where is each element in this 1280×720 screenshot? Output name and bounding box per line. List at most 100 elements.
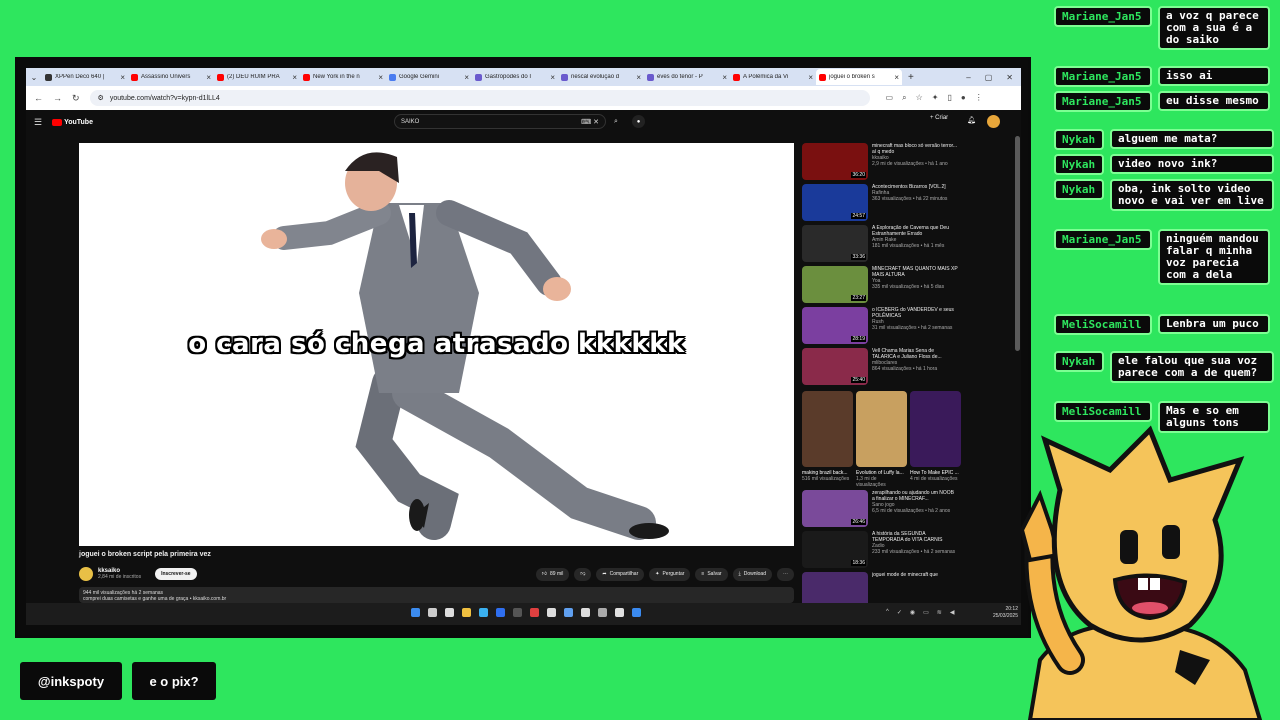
save-button[interactable]: ≡ Salvar xyxy=(695,567,728,581)
share-button[interactable]: ➦ Compartilhar xyxy=(596,567,645,581)
tab-close-icon[interactable]: × xyxy=(894,73,899,82)
clear-search-icon[interactable]: ⌨ ✕ xyxy=(581,118,599,126)
site-info-icon[interactable]: ⚙ xyxy=(98,94,104,102)
video-description[interactable]: 944 mil visualizações há 2 semanas compr… xyxy=(79,587,794,603)
sidebar-icon[interactable]: ▯ xyxy=(947,93,951,103)
short-thumbnail[interactable] xyxy=(856,391,907,467)
recommended-video[interactable]: 28:19 o ICEBERG do VANDERDEV e seus POLÊM… xyxy=(802,307,962,347)
obs-icon[interactable] xyxy=(615,608,624,617)
create-button[interactable]: + Criar xyxy=(930,115,948,121)
tray-chevron-icon[interactable]: ^ xyxy=(886,609,889,616)
browser-tab[interactable]: nescal evolução d × xyxy=(558,69,644,85)
tab-close-icon[interactable]: × xyxy=(636,73,641,82)
recommended-video[interactable]: 33:36 A Exploração de Caverna que Deu Est… xyxy=(802,225,962,265)
youtube-search-input[interactable]: SAIKO ⌨ ✕ xyxy=(394,114,606,129)
short-thumbnail[interactable] xyxy=(910,391,961,467)
app-icon[interactable] xyxy=(547,608,556,617)
ask-button[interactable]: ✦ Perguntar xyxy=(649,567,691,581)
browser-tab[interactable]: Google Gemini × xyxy=(386,69,472,85)
forward-icon[interactable]: → xyxy=(53,93,62,103)
tab-close-icon[interactable]: × xyxy=(550,73,555,82)
youtube-logo[interactable]: YouTube xyxy=(52,118,93,126)
video-title-text[interactable]: Vell Chama Marias Sena de TALARICA e Jul… xyxy=(872,348,958,360)
app-icon[interactable] xyxy=(530,608,539,617)
browser-tab[interactable]: XPPen Deco 640 | × xyxy=(42,69,128,85)
browser-tab[interactable]: eves do tenor - P × xyxy=(644,69,730,85)
video-title-text[interactable]: zerapilhando ou ajudando um NOOB a final… xyxy=(872,490,958,502)
short-item[interactable]: Evolution of Luffy la... 1,3 mi de visual… xyxy=(856,391,907,488)
video-thumbnail[interactable]: 36:20 xyxy=(802,143,868,180)
tray-mic-icon[interactable]: ◉ xyxy=(910,609,915,616)
short-thumbnail[interactable] xyxy=(802,391,853,467)
video-thumbnail[interactable]: 33:36 xyxy=(802,225,868,262)
file-explorer-icon[interactable] xyxy=(462,608,471,617)
account-avatar[interactable] xyxy=(987,115,1000,128)
browser-tab[interactable]: Assassino Univers × xyxy=(128,69,214,85)
page-scrollbar[interactable] xyxy=(1015,136,1020,351)
browser-tab[interactable]: A Polêmica da Vi × xyxy=(730,69,816,85)
tray-volume-icon[interactable]: ◀ xyxy=(950,609,955,616)
browser-menu-icon[interactable]: ⋮ xyxy=(975,93,983,103)
recommended-video[interactable]: 18:36 A história da SEGUNDA TEMPORADA do … xyxy=(802,531,962,571)
video-thumbnail[interactable]: 18:36 xyxy=(802,531,868,568)
store-icon[interactable] xyxy=(496,608,505,617)
tab-close-icon[interactable]: × xyxy=(292,73,297,82)
app-icon[interactable] xyxy=(564,608,573,617)
new-tab-icon[interactable]: + xyxy=(908,72,914,83)
bookmark-star-icon[interactable]: ☆ xyxy=(916,93,923,103)
recommended-video[interactable]: 25:40 Vell Chama Marias Sena de TALARICA … xyxy=(802,348,962,388)
video-thumbnail[interactable]: 25:40 xyxy=(802,348,868,385)
profile-icon[interactable]: ● xyxy=(961,93,966,103)
video-thumbnail[interactable]: 28:19 xyxy=(802,307,868,344)
video-thumbnail[interactable]: 24:57 xyxy=(802,184,868,221)
video-title-text[interactable]: MINECRAFT MAS QUANTO MAIS XP MAIS ALTURA xyxy=(872,266,958,278)
tab-close-icon[interactable]: × xyxy=(464,73,469,82)
tray-display-icon[interactable]: ▭ xyxy=(923,609,929,616)
video-title-text[interactable]: A Exploração de Caverna que Deu Estranha… xyxy=(872,225,958,237)
video-title-text[interactable]: minecraft mas bloco só versão terror... … xyxy=(872,143,958,155)
recommended-video[interactable]: 24:57 Acontecimentos Bizarros [VOL.2] Rafi… xyxy=(802,184,962,224)
video-thumbnail[interactable]: 26:46 xyxy=(802,490,868,527)
browser-tab[interactable]: (2) DEU RUIM PRA × xyxy=(214,69,300,85)
url-input[interactable]: ⚙ youtube.com/watch?v=kypn-d1lLL4 xyxy=(89,90,870,106)
app-icon[interactable] xyxy=(632,608,641,617)
channel-avatar[interactable] xyxy=(79,567,93,581)
video-title-text[interactable]: joguei mode de minecraft que xyxy=(872,572,958,578)
tab-search-icon[interactable]: ⌄ xyxy=(26,70,42,84)
extensions-icon[interactable]: ✦ xyxy=(932,93,939,103)
close-window-icon[interactable]: ✕ xyxy=(1006,73,1013,82)
app-icon[interactable] xyxy=(513,608,522,617)
video-title-text[interactable]: A história da SEGUNDA TEMPORADA do VITA … xyxy=(872,531,958,543)
microphone-icon[interactable]: ● xyxy=(632,115,645,128)
recommended-video[interactable]: 36:20 minecraft mas bloco só versão terro… xyxy=(802,143,962,183)
tray-wifi-icon[interactable]: ≋ xyxy=(937,609,942,616)
more-actions-icon[interactable]: ⋯ xyxy=(777,567,794,581)
start-icon[interactable] xyxy=(411,608,420,617)
download-button[interactable]: ⤓ Download xyxy=(732,567,772,581)
recommended-video[interactable]: 26:46 zerapilhando ou ajudando um NOOB a … xyxy=(802,490,962,530)
edge-icon[interactable] xyxy=(479,608,488,617)
video-player[interactable]: o cara só chega atrasado kkkkkk xyxy=(79,143,794,546)
task-view-icon[interactable] xyxy=(445,608,454,617)
cast-icon[interactable]: ▭ xyxy=(886,93,894,103)
short-item[interactable]: How To Make EPIC ... 4 mi de visualizaçõe… xyxy=(910,391,961,488)
video-title-text[interactable]: o ICEBERG do VANDERDEV e seus POLÊMICAS xyxy=(872,307,958,319)
maximize-icon[interactable]: ▢ xyxy=(985,73,993,82)
subscribe-button[interactable]: Inscrever-se xyxy=(155,568,197,580)
app-icon[interactable] xyxy=(581,608,590,617)
browser-tab[interactable]: Gastrópodes do I × xyxy=(472,69,558,85)
reload-icon[interactable]: ↻ xyxy=(72,93,80,104)
tray-app-icon[interactable]: ✓ xyxy=(897,609,902,616)
tab-close-icon[interactable]: × xyxy=(378,73,383,82)
notifications-bell-icon[interactable]: 🔔︎ xyxy=(967,116,976,124)
zoom-icon[interactable]: ⌕ xyxy=(902,93,906,103)
dislike-button[interactable]: 👎︎ xyxy=(574,567,592,581)
recommended-video[interactable]: 23:27 MINECRAFT MAS QUANTO MAIS XP MAIS A… xyxy=(802,266,962,306)
hamburger-menu-icon[interactable]: ☰ xyxy=(34,117,42,128)
app-icon[interactable] xyxy=(598,608,607,617)
minimize-icon[interactable]: – xyxy=(966,73,970,82)
browser-tab[interactable]: joguei o broken s × xyxy=(816,69,902,85)
tab-close-icon[interactable]: × xyxy=(722,73,727,82)
short-item[interactable]: making brazil back... 516 mil visualizaçõ… xyxy=(802,391,853,488)
search-icon[interactable]: ⌕ xyxy=(608,114,624,129)
